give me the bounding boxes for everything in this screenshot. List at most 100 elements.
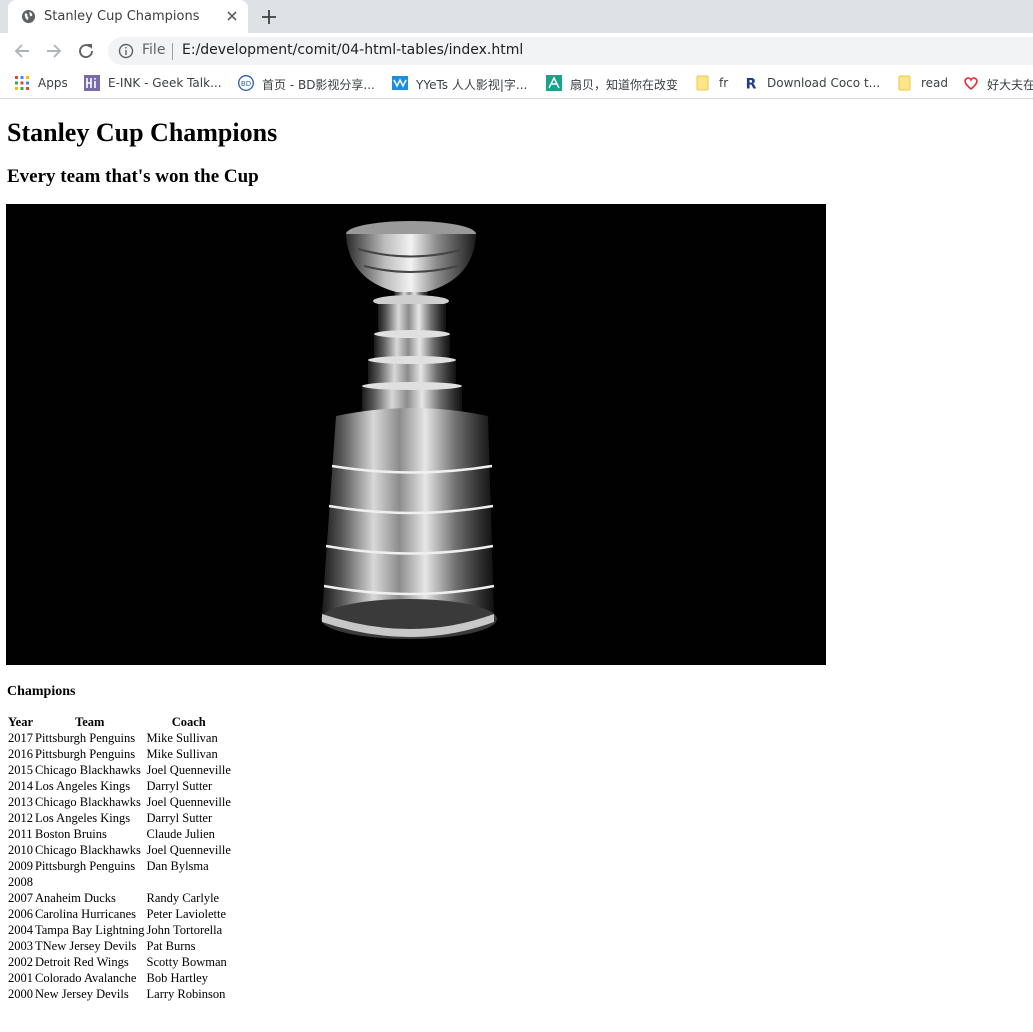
year-cell: 2011 <box>8 827 33 841</box>
column-header-team: Team <box>75 715 105 729</box>
bookmark-label: 好大夫在 <box>987 78 1033 92</box>
coach-cell: Peter Laviolette <box>146 907 227 921</box>
table-row: 2007 Anaheim Ducks Randy Carlyle <box>8 890 231 906</box>
team-cell: TNew Jersey Devils <box>35 939 137 953</box>
browser-tab[interactable]: Stanley Cup Champions <box>8 0 248 33</box>
table-row: 2008 <box>8 874 231 890</box>
folder-icon <box>898 75 911 91</box>
year-cell: 2002 <box>8 955 33 969</box>
team-cell: Pittsburgh Penguins <box>35 859 136 873</box>
bookmarks-bar: Apps E-INK - Geek Talk... BD 首页 - BD影视分享… <box>0 69 1033 99</box>
table-caption: Champions <box>7 684 76 699</box>
team-cell: Tampa Bay Lightning <box>35 923 145 937</box>
coach-cell: Joel Quenneville <box>146 795 231 809</box>
bookmark-label: 扇贝，知道你在改变 <box>570 78 679 92</box>
year-cell: 2003 <box>8 939 33 953</box>
table-row: 2009 Pittsburgh Penguins Dan Bylsma <box>8 858 231 874</box>
info-icon[interactable] <box>118 43 134 59</box>
table-row: 2004 Tampa Bay Lightning John Tortorella <box>8 922 231 938</box>
reload-icon[interactable] <box>75 40 97 62</box>
team-cell: New Jersey Devils <box>35 987 129 1001</box>
table-row: 2014 Los Angeles Kings Darryl Sutter <box>8 778 231 794</box>
column-header-year: Year <box>8 715 33 729</box>
coach-cell: Pat Burns <box>146 939 196 953</box>
coach-cell: Mike Sullivan <box>146 731 218 745</box>
coach-cell: Joel Quenneville <box>146 763 231 777</box>
year-cell: 2004 <box>8 923 33 937</box>
apps-grid-icon <box>15 76 29 90</box>
bookmark-label: Download Coco t... <box>767 76 881 90</box>
team-cell: Los Angeles Kings <box>35 811 131 825</box>
table-row: 2011 Boston Bruins Claude Julien <box>8 826 231 842</box>
table-row: 2012 Los Angeles Kings Darryl Sutter <box>8 810 231 826</box>
coach-cell: Claude Julien <box>146 827 215 841</box>
team-cell: Boston Bruins <box>35 827 107 841</box>
team-cell: Colorado Avalanche <box>35 971 137 985</box>
year-cell: 2009 <box>8 859 33 873</box>
coach-cell: Randy Carlyle <box>146 891 220 905</box>
table-row: 2003 TNew Jersey Devils Pat Burns <box>8 938 231 954</box>
table-row: 2001 Colorado Avalanche Bob Hartley <box>8 970 231 986</box>
team-cell: Chicago Blackhawks <box>35 763 141 777</box>
year-cell: 2013 <box>8 795 33 809</box>
year-cell: 2007 <box>8 891 33 905</box>
coach-cell: Mike Sullivan <box>146 747 218 761</box>
scheme-label: File <box>142 42 166 58</box>
url-text[interactable]: E:/development/comit/04-html-tables/inde… <box>182 42 523 58</box>
year-cell: 2015 <box>8 763 33 777</box>
team-cell: Pittsburgh Penguins <box>35 731 136 745</box>
heart-icon <box>964 77 978 91</box>
svg-text:R: R <box>746 77 757 92</box>
coach-cell: Joel Quenneville <box>146 843 231 857</box>
coach-cell: Larry Robinson <box>146 987 226 1001</box>
year-cell: 2017 <box>8 731 33 745</box>
table-row: 2015 Chicago Blackhawks Joel Quenneville <box>8 762 231 778</box>
back-arrow-icon[interactable] <box>11 40 33 62</box>
column-header-coach: Coach <box>171 715 206 729</box>
coach-cell: Scotty Bowman <box>146 955 227 969</box>
coach-cell: Darryl Sutter <box>146 811 213 825</box>
page-title: Stanley Cup Champions <box>7 118 278 147</box>
new-tab-icon[interactable] <box>258 6 280 28</box>
year-cell: 2012 <box>8 811 33 825</box>
forward-arrow-icon[interactable] <box>43 40 65 62</box>
table-row: 2010 Chicago Blackhawks Joel Quenneville <box>8 842 231 858</box>
bookmark-label: 首页 - BD影视分享... <box>262 78 375 92</box>
year-cell: 2001 <box>8 971 33 985</box>
stanley-cup-trophy-illustration <box>321 221 497 639</box>
team-cell: Chicago Blackhawks <box>35 795 141 809</box>
tab-strip: Stanley Cup Champions <box>0 0 1033 33</box>
year-cell: 2008 <box>8 875 33 889</box>
tab-title: Stanley Cup Champions <box>44 9 200 24</box>
team-cell: Los Angeles Kings <box>35 779 131 793</box>
coach-cell <box>147 874 231 890</box>
close-icon[interactable] <box>224 8 240 24</box>
bookmark-label: E-INK - Geek Talk... <box>108 76 222 90</box>
globe-icon <box>21 9 36 24</box>
table-row: 2017 Pittsburgh Penguins Mike Sullivan <box>8 730 231 746</box>
folder-icon <box>696 75 709 91</box>
shanbay-icon <box>546 75 562 91</box>
team-cell: Carolina Hurricanes <box>35 907 137 921</box>
address-separator <box>172 43 173 60</box>
year-cell: 2000 <box>8 987 33 1001</box>
table-row: 2002 Detroit Red Wings Scotty Bowman <box>8 954 231 970</box>
stanley-cup-image <box>6 204 826 665</box>
address-bar[interactable]: File E:/development/comit/04-html-tables… <box>108 37 1033 65</box>
year-cell: 2016 <box>8 747 33 761</box>
bookmark-label: YYeTs 人人影视|字... <box>416 78 528 92</box>
coach-cell: John Tortorella <box>146 923 223 937</box>
champions-table: Year Team Coach 2017 Pittsburgh Penguins M… <box>6 714 233 1002</box>
table-row: 2016 Pittsburgh Penguins Mike Sullivan <box>8 746 231 762</box>
team-cell: Chicago Blackhawks <box>35 843 141 857</box>
team-cell: Pittsburgh Penguins <box>35 747 136 761</box>
table-row: 2000 New Jersey Devils Larry Robinson <box>8 986 231 1002</box>
svg-text:BD: BD <box>241 80 251 88</box>
bookmark-label: read <box>921 76 949 90</box>
r-icon: R <box>746 77 757 92</box>
year-cell: 2014 <box>8 779 33 793</box>
hi-icon <box>84 75 100 91</box>
coach-cell: Bob Hartley <box>146 971 208 985</box>
table-row: 2013 Chicago Blackhawks Joel Quenneville <box>8 794 231 810</box>
year-cell: 2006 <box>8 907 33 921</box>
